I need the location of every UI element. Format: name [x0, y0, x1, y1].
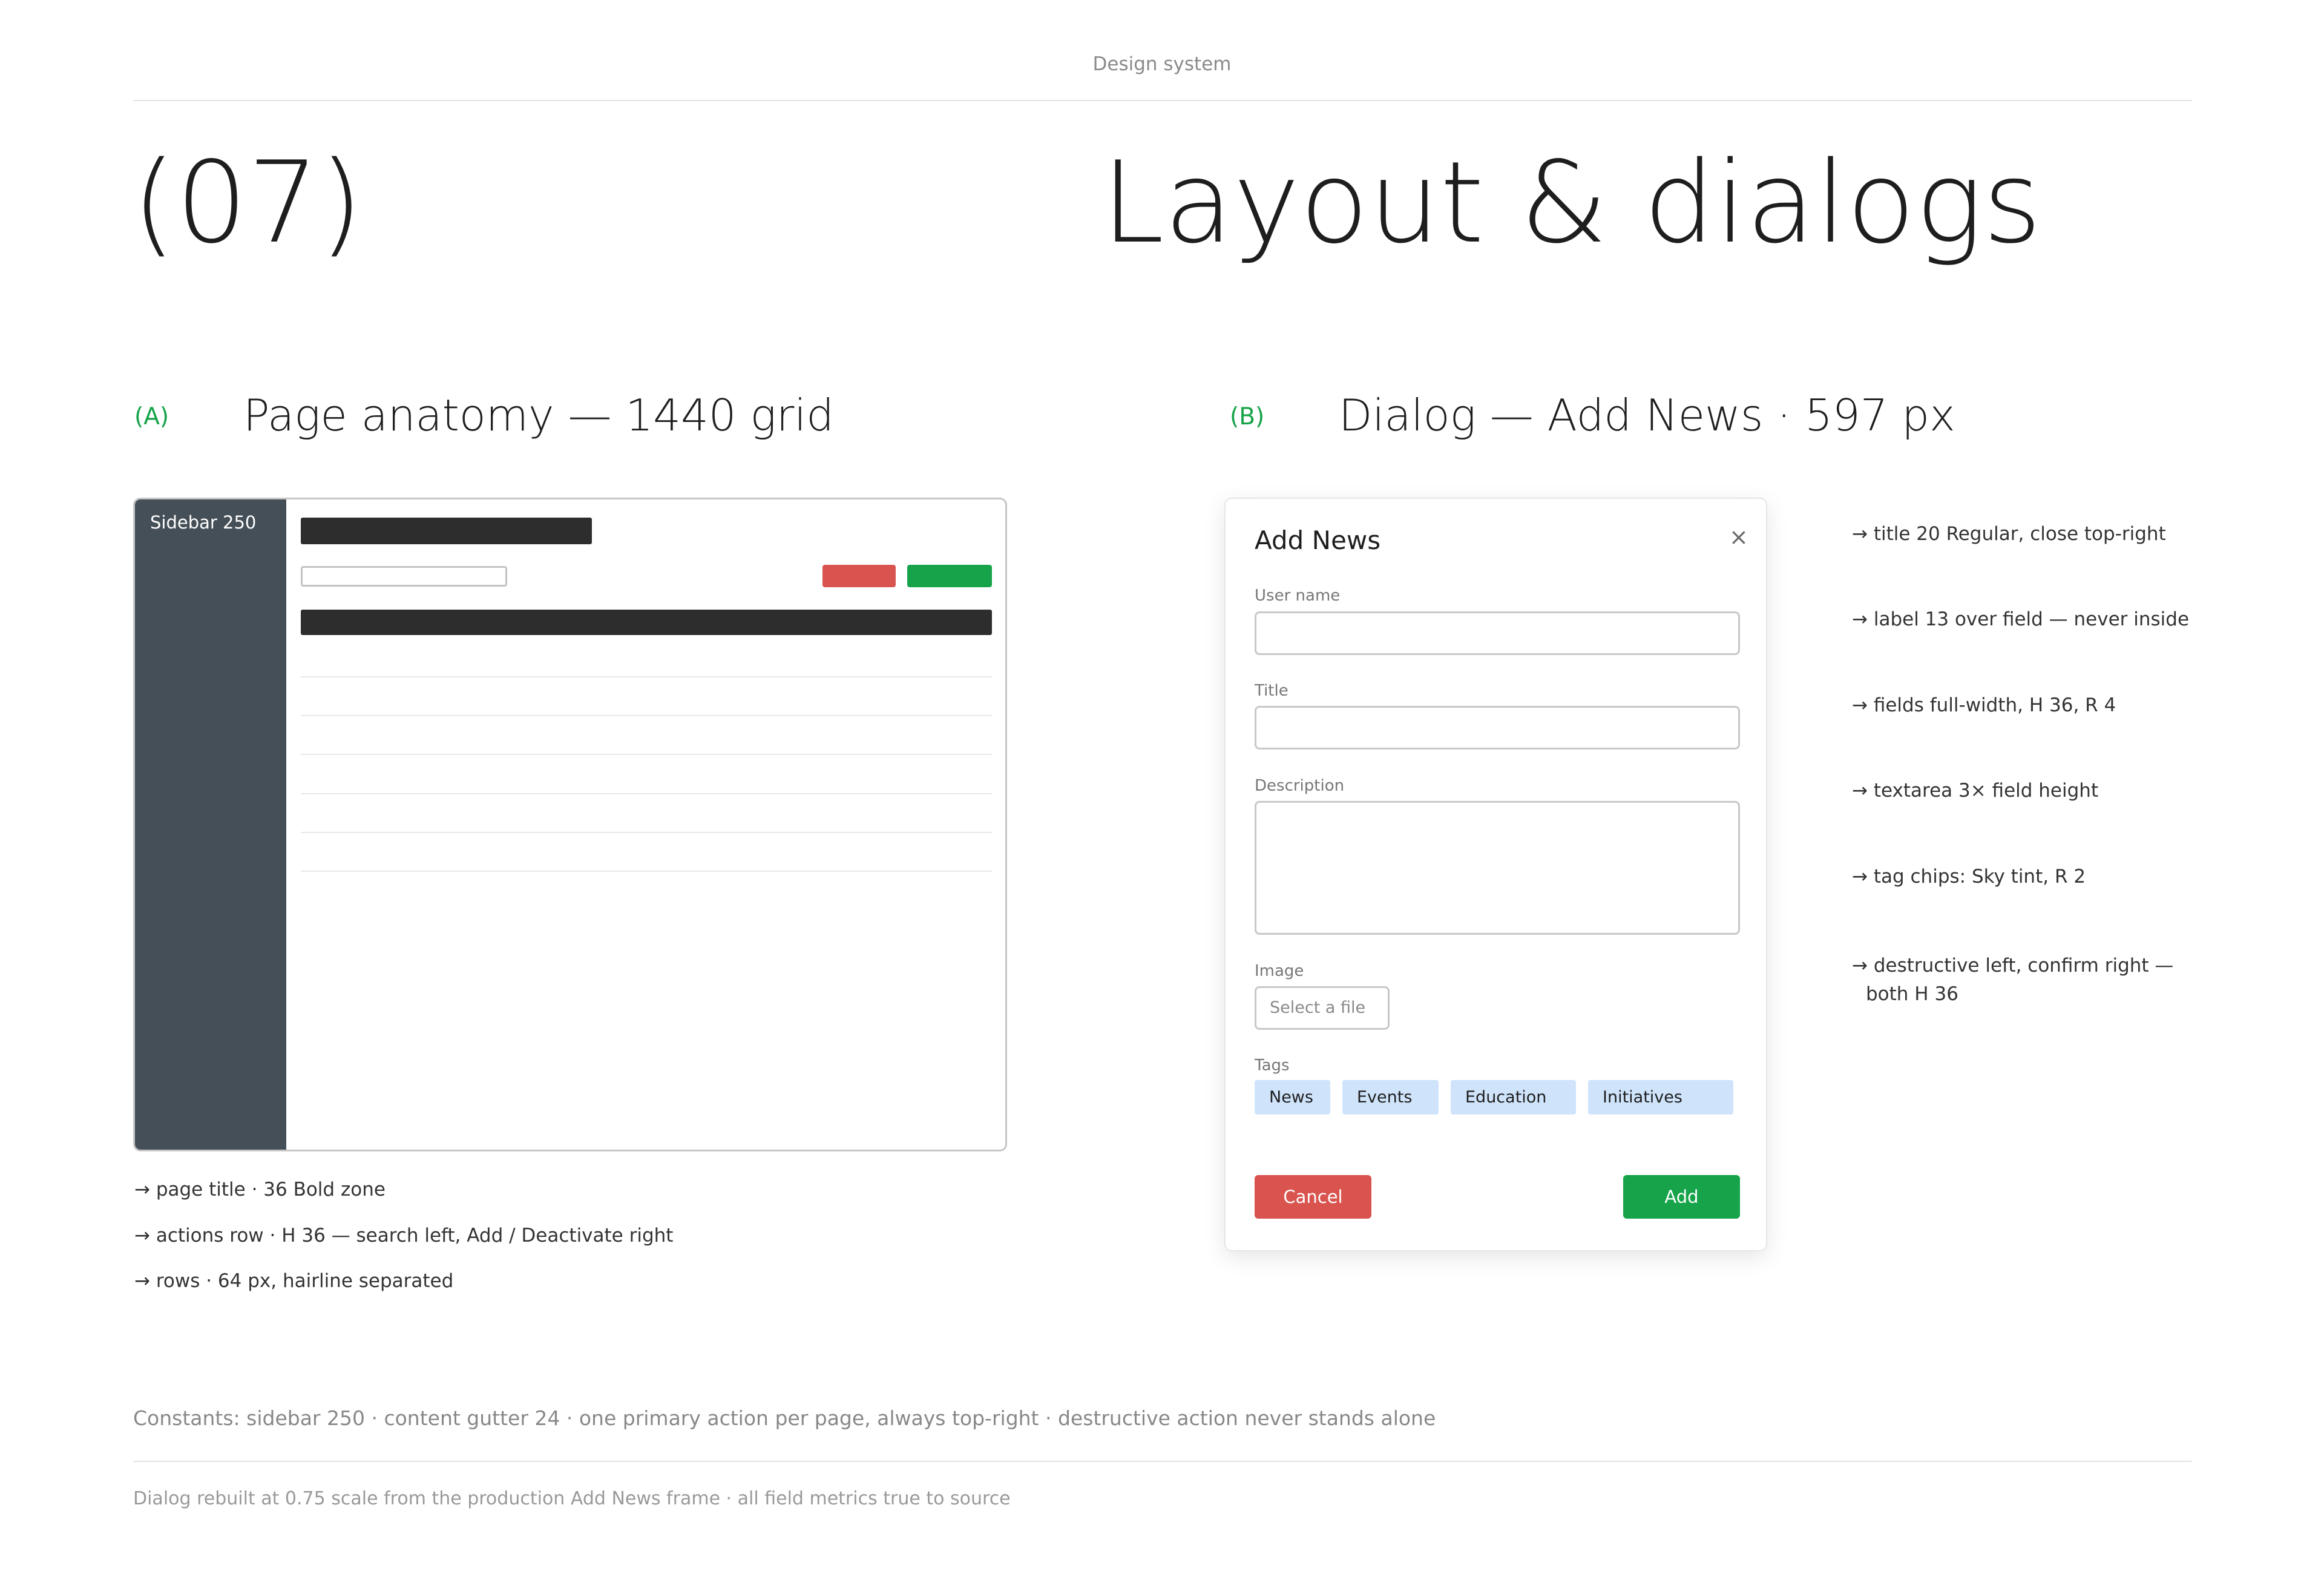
wireframe-add-button: [907, 565, 992, 587]
title-label: Title: [1255, 682, 1288, 700]
image-label: Image: [1255, 962, 1304, 980]
header-divider: [133, 100, 2192, 101]
user-name-label: User name: [1255, 587, 1341, 605]
anatomy-note-rows: → rows · 64 px, hairline separated: [134, 1270, 454, 1292]
tag-chip[interactable]: News: [1255, 1080, 1330, 1115]
page-anatomy-wireframe: Sidebar 250: [133, 498, 1007, 1151]
dialog-note-title: → title 20 Regular, close top-right: [1852, 523, 2166, 545]
dialog-title: Add News: [1255, 525, 1381, 555]
wireframe-deactivate-button: [822, 565, 896, 587]
footer-divider: [133, 1461, 2192, 1462]
page-title: Layout & dialogs: [1101, 137, 2042, 268]
dialog-note-fields: → fields full-width, H 36, R 4: [1852, 694, 2116, 716]
tag-chip[interactable]: Education: [1451, 1080, 1576, 1115]
dialog-note-label: → label 13 over field — never inside: [1852, 608, 2190, 630]
tags-label: Tags: [1255, 1056, 1290, 1075]
section-number: (07): [132, 137, 363, 268]
description-label: Description: [1255, 777, 1345, 795]
add-news-dialog: Add News × User name Title Description I…: [1224, 498, 1767, 1251]
wireframe-search-field: [301, 566, 507, 587]
wireframe-row-divider: [301, 715, 992, 716]
section-a-letter: (A): [134, 403, 169, 430]
anatomy-note-title: → page title · 36 Bold zone: [134, 1179, 386, 1200]
constants-note: Constants: sidebar 250 · content gutter …: [133, 1406, 1436, 1430]
dialog-note-buttons-cont: both H 36: [1866, 983, 1958, 1005]
source-note: Dialog rebuilt at 0.75 scale from the pr…: [133, 1488, 1011, 1509]
cancel-button[interactable]: Cancel: [1255, 1175, 1371, 1219]
wireframe-row-divider: [301, 793, 992, 794]
section-a-title: Page anatomy — 1440 grid: [243, 390, 835, 441]
wireframe-row-divider: [301, 871, 992, 872]
tag-chip[interactable]: Events: [1342, 1080, 1439, 1115]
section-b-letter: (B): [1230, 403, 1265, 430]
dialog-note-chips: → tag chips: Sky tint, R 2: [1852, 866, 2086, 887]
page-eyebrow: Design system: [1092, 53, 1232, 75]
tag-chip[interactable]: Initiatives: [1588, 1080, 1733, 1115]
title-input[interactable]: [1255, 706, 1740, 749]
wireframe-row-divider: [301, 754, 992, 755]
wireframe-sidebar-label: Sidebar 250: [150, 512, 257, 533]
wireframe-page-title-zone: [301, 518, 592, 544]
description-textarea[interactable]: [1255, 801, 1740, 935]
close-icon[interactable]: ×: [1729, 525, 1748, 548]
wireframe-row-divider: [301, 676, 992, 677]
add-button[interactable]: Add: [1623, 1175, 1740, 1219]
wireframe-sidebar: Sidebar 250: [135, 499, 286, 1150]
user-name-input[interactable]: [1255, 611, 1740, 655]
anatomy-note-actions: → actions row · H 36 — search left, Add …: [134, 1225, 674, 1246]
wireframe-table-header: [301, 610, 992, 635]
wireframe-row-divider: [301, 832, 992, 833]
dialog-note-buttons: → destructive left, confirm right —: [1852, 955, 2174, 976]
select-file-button[interactable]: Select a file: [1255, 986, 1390, 1030]
section-b-title: Dialog — Add News · 597 px: [1339, 390, 1955, 441]
dialog-note-textarea: → textarea 3× field height: [1852, 780, 2099, 802]
